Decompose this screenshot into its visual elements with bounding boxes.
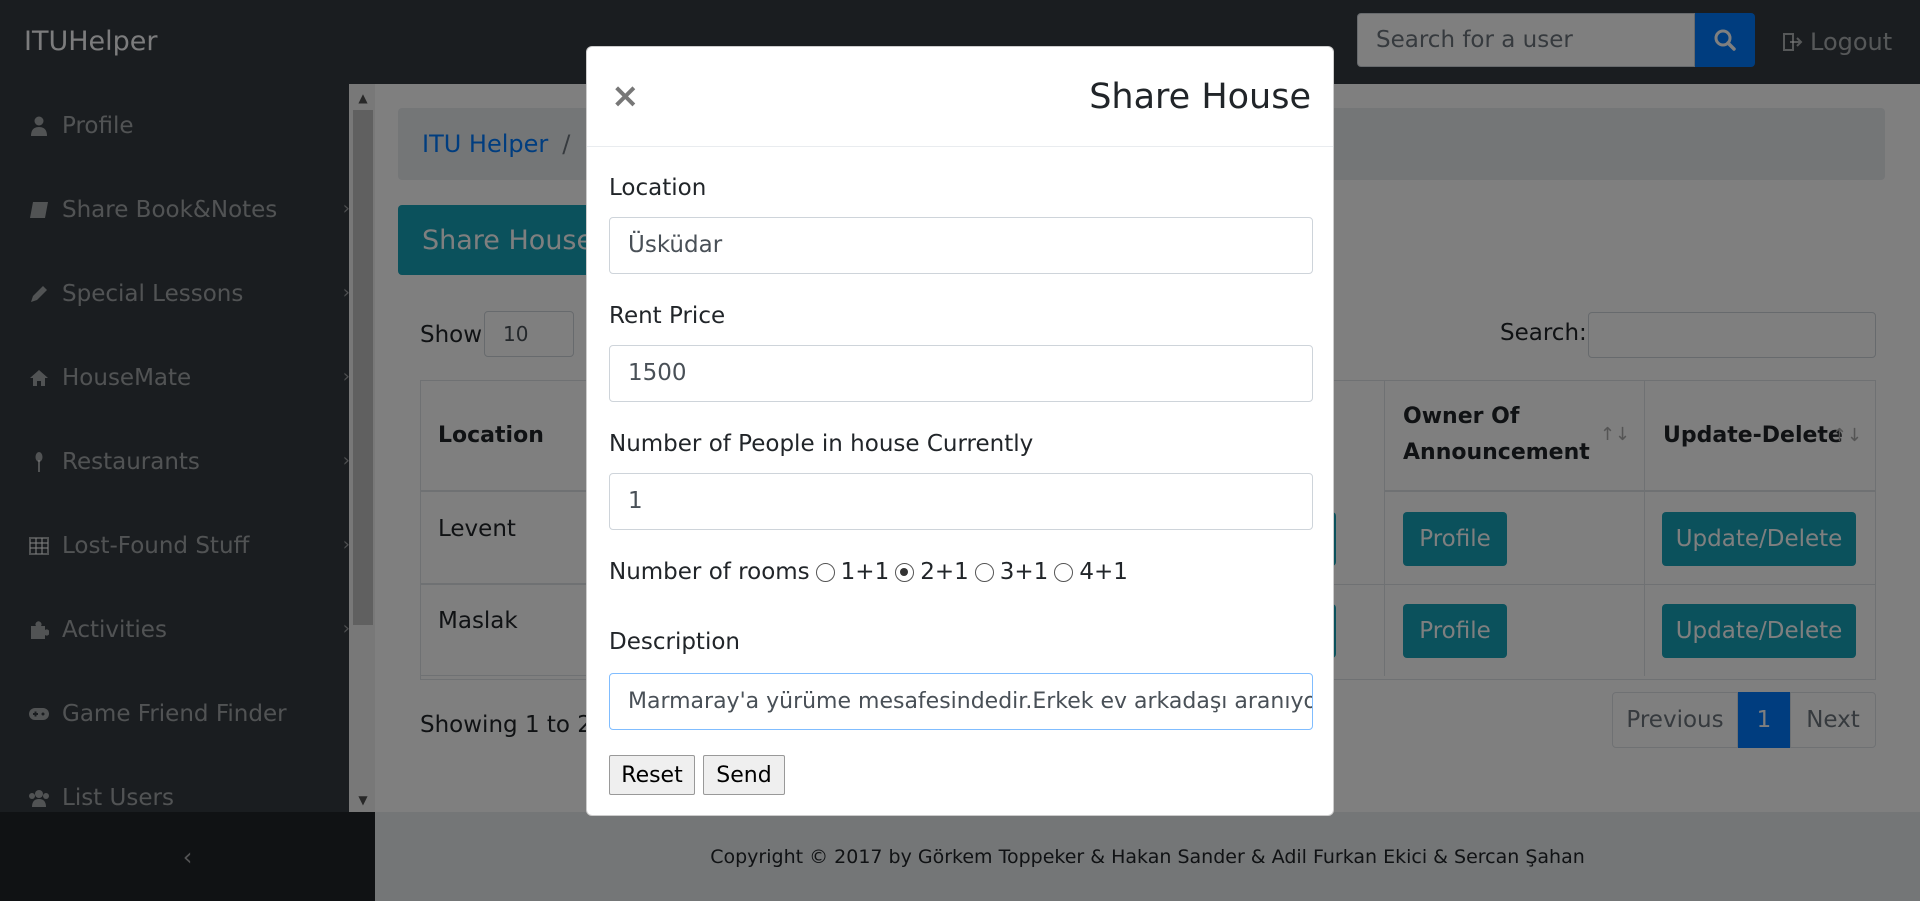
room-radio-4-1[interactable] xyxy=(1054,562,1074,582)
room-option-label: 1+1 xyxy=(840,559,890,585)
people-count-field[interactable]: 1 xyxy=(609,473,1313,530)
rent-price-label: Rent Price xyxy=(609,303,726,329)
modal-header: × Share House xyxy=(587,47,1333,147)
rooms-radio-group: Number of rooms 1+1 2+1 3+1 4+1 xyxy=(609,559,1128,585)
location-field[interactable]: Üsküdar xyxy=(609,217,1313,274)
rent-price-field[interactable]: 1500 xyxy=(609,345,1313,402)
close-icon[interactable]: × xyxy=(611,79,640,113)
rooms-label: Number of rooms xyxy=(609,559,810,585)
room-option-label: 4+1 xyxy=(1079,559,1128,585)
modal-title: Share House xyxy=(1089,77,1311,117)
location-label: Location xyxy=(609,175,707,201)
room-radio-3-1[interactable] xyxy=(974,562,994,582)
people-count-label: Number of People in house Currently xyxy=(609,431,1034,457)
room-radio-2-1[interactable] xyxy=(895,562,915,582)
room-radio-1-1[interactable] xyxy=(815,562,835,582)
room-option-label: 2+1 xyxy=(920,559,969,585)
send-button[interactable]: Send xyxy=(703,755,785,795)
share-house-modal: × Share House Location Üsküdar Rent Pric… xyxy=(586,46,1334,816)
description-label: Description xyxy=(609,629,740,655)
reset-button[interactable]: Reset xyxy=(609,755,695,795)
description-field[interactable]: Marmaray'a yürüme mesafesindedir.Erkek e… xyxy=(609,673,1313,730)
room-option-label: 3+1 xyxy=(999,559,1049,585)
